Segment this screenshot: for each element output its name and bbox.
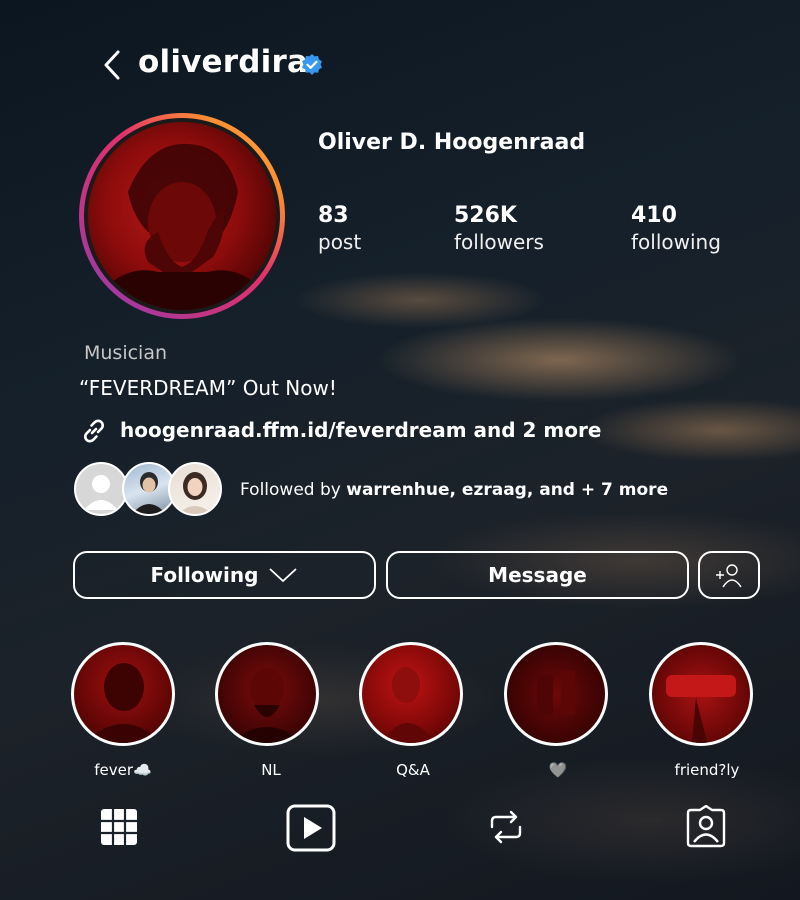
back-chevron-icon[interactable] xyxy=(98,46,126,84)
message-button[interactable]: Message xyxy=(386,551,689,599)
followed-by-text[interactable]: Followed by warrenhue, ezraag, and + 7 m… xyxy=(240,480,668,500)
link-icon xyxy=(84,419,104,443)
following-button[interactable]: Following xyxy=(73,551,376,599)
tab-reels[interactable] xyxy=(286,804,336,852)
stat-followers-value: 526K xyxy=(454,203,517,228)
chevron-down-icon xyxy=(269,568,298,582)
mutual-avatar-1 xyxy=(74,462,128,516)
highlight-heart[interactable] xyxy=(504,642,608,746)
highlight-label-nl: NL xyxy=(261,761,281,779)
stat-posts-value: 83 xyxy=(318,203,349,228)
stat-posts[interactable]: 83 post xyxy=(318,203,361,254)
avatar-photo xyxy=(88,122,276,310)
tagged-icon xyxy=(686,804,726,848)
followed-by-names: warrenhue, ezraag, and + 7 more xyxy=(346,480,669,500)
highlight-label-fever: fever☁️ xyxy=(94,761,152,779)
profile-username: oliverdira xyxy=(138,44,309,80)
stat-posts-label: post xyxy=(318,230,362,254)
message-button-label: Message xyxy=(488,563,587,587)
stat-followers[interactable]: 526K followers xyxy=(454,203,544,254)
stat-following-label: following xyxy=(631,230,721,254)
profile-category: Musician xyxy=(84,342,168,364)
highlight-nl[interactable] xyxy=(215,642,319,746)
highlight-label-friendly: friend?ly xyxy=(674,761,740,779)
stat-following-value: 410 xyxy=(631,203,677,228)
profile-full-name: Oliver D. Hoogenraad xyxy=(318,130,586,155)
add-user-button[interactable] xyxy=(698,551,760,599)
profile-link[interactable]: hoogenraad.ffm.id/feverdream and 2 more xyxy=(120,418,601,442)
highlight-fever[interactable] xyxy=(71,642,175,746)
grid-icon xyxy=(101,809,137,845)
tab-tagged[interactable] xyxy=(684,804,728,849)
stat-following[interactable]: 410 following xyxy=(631,203,721,254)
highlight-label-heart: 🩶 xyxy=(548,761,568,779)
following-button-label: Following xyxy=(150,563,259,587)
stat-followers-label: followers xyxy=(454,230,544,254)
followed-by-prefix: Followed by xyxy=(240,480,347,500)
profile-avatar[interactable] xyxy=(79,113,285,319)
tab-grid[interactable] xyxy=(97,805,141,849)
profile-bio: “FEVERDREAM” Out Now! xyxy=(79,376,337,400)
highlight-friendly[interactable] xyxy=(649,642,753,746)
highlight-qa[interactable] xyxy=(359,642,463,746)
verified-badge-icon xyxy=(302,54,322,75)
mutual-avatar-3 xyxy=(168,462,222,516)
highlight-label-qa: Q&A xyxy=(396,761,430,779)
repost-icon xyxy=(490,810,522,844)
tab-reposts[interactable] xyxy=(484,805,528,849)
add-person-icon xyxy=(716,564,742,588)
reels-icon xyxy=(286,804,336,852)
